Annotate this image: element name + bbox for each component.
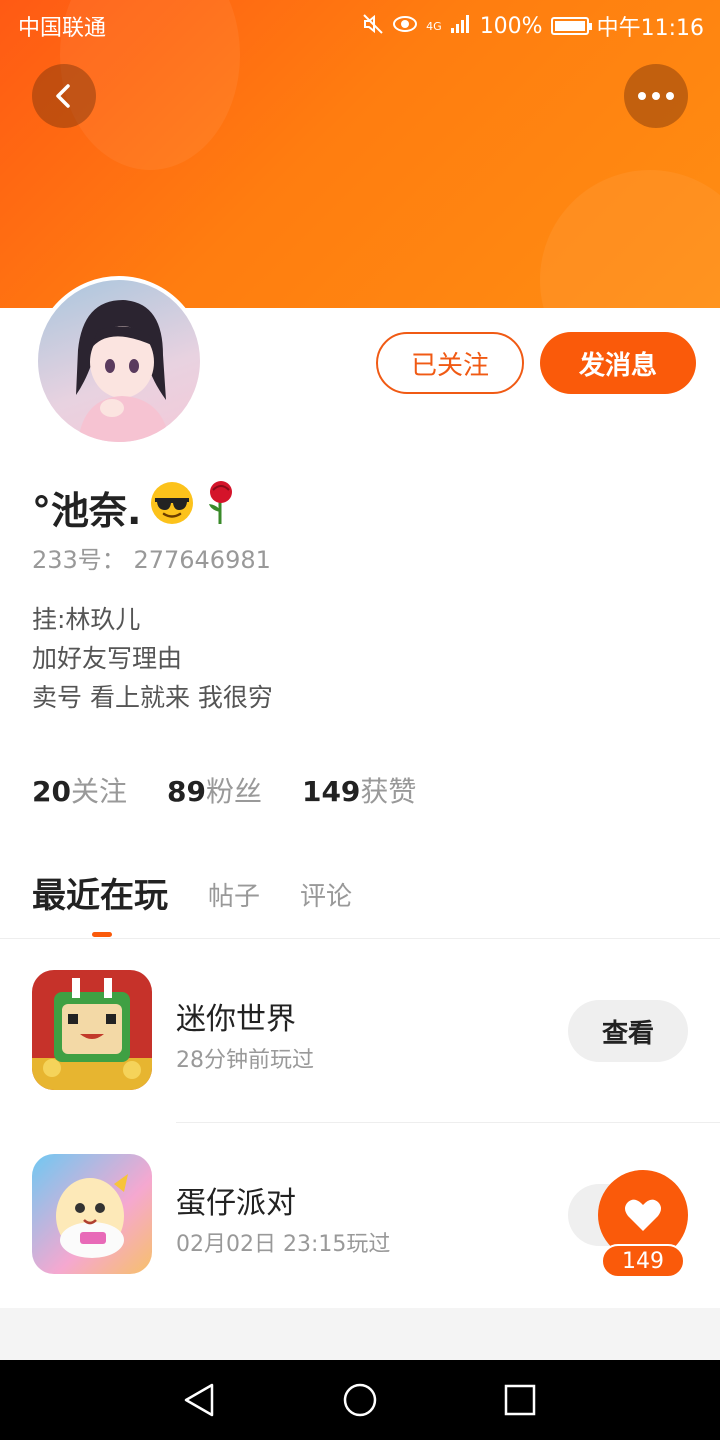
stat-number: 149 xyxy=(301,775,361,808)
stat-number: 89 xyxy=(166,775,206,808)
network-label: 4G xyxy=(426,19,442,33)
stat-label: 关注 xyxy=(70,775,127,808)
battery-percent: 100% xyxy=(479,13,543,39)
tab-bar: 最近在玩 帖子 评论 xyxy=(32,868,352,917)
uid-label: 233号： xyxy=(32,546,126,574)
bio-line: 加好友写理由 xyxy=(32,644,183,673)
nav-home-icon[interactable] xyxy=(342,1382,378,1422)
uid-value: 277646981 xyxy=(133,546,271,574)
view-button[interactable]: 查看 xyxy=(568,1000,688,1062)
more-button[interactable] xyxy=(624,64,688,128)
game-icon-mini-world xyxy=(32,970,152,1090)
game-title: 蛋仔派对 xyxy=(176,1186,296,1221)
tab-comments[interactable]: 评论 xyxy=(300,876,352,917)
game-title: 迷你世界 xyxy=(176,1002,296,1037)
game-last-played: 02月02日 23:15玩过 xyxy=(176,1232,391,1257)
stat-likes[interactable]: 149获赞 xyxy=(302,770,416,810)
divider xyxy=(0,938,720,939)
username-text: °池奈. xyxy=(32,489,142,533)
username: °池奈. xyxy=(32,480,239,535)
status-bar: 中国联通 4G 100% 中午11:16 xyxy=(0,0,720,48)
sunglasses-emoji-icon xyxy=(149,480,195,535)
stat-number: 20 xyxy=(32,775,71,808)
mute-icon xyxy=(362,13,384,40)
followed-button[interactable]: 已关注 xyxy=(376,332,524,394)
user-id: 233号： 277646981 xyxy=(32,540,271,575)
like-count: 149 xyxy=(601,1244,685,1278)
game-icon-eggy-party xyxy=(32,1154,152,1274)
avatar[interactable] xyxy=(34,276,204,446)
stat-label: 粉丝 xyxy=(205,775,262,808)
send-message-button[interactable]: 发消息 xyxy=(540,332,696,394)
carrier-label: 中国联通 xyxy=(18,16,107,41)
tab-recently-played[interactable]: 最近在玩 xyxy=(32,868,168,917)
stat-label: 获赞 xyxy=(360,775,417,808)
battery-icon xyxy=(550,17,592,35)
eye-icon xyxy=(392,14,418,39)
stats-row: 20关注 89粉丝 149获赞 xyxy=(32,770,416,810)
heart-icon xyxy=(625,1199,661,1231)
rose-emoji-icon xyxy=(203,480,239,535)
divider xyxy=(176,1122,720,1123)
nav-recents-icon[interactable] xyxy=(502,1382,538,1422)
game-row[interactable]: 迷你世界 28分钟前玩过 查看 xyxy=(0,940,720,1124)
tab-posts[interactable]: 帖子 xyxy=(208,876,260,917)
more-dots-icon xyxy=(638,92,674,100)
bio-line: 挂:林玖儿 xyxy=(32,605,141,634)
bio-line: 卖号 看上就来 我很穷 xyxy=(32,683,273,712)
bio: 挂:林玖儿 加好友写理由 卖号 看上就来 我很穷 xyxy=(32,600,273,717)
stat-following[interactable]: 20关注 xyxy=(32,770,127,810)
tab-indicator xyxy=(92,932,112,937)
system-nav-bar xyxy=(0,1360,720,1440)
back-button[interactable] xyxy=(32,64,96,128)
chevron-left-icon xyxy=(56,84,70,108)
signal-icon xyxy=(450,14,472,39)
nav-back-icon[interactable] xyxy=(182,1382,218,1422)
clock: 中午11:16 xyxy=(596,16,704,41)
game-last-played: 28分钟前玩过 xyxy=(176,1048,314,1073)
stat-fans[interactable]: 89粉丝 xyxy=(167,770,262,810)
